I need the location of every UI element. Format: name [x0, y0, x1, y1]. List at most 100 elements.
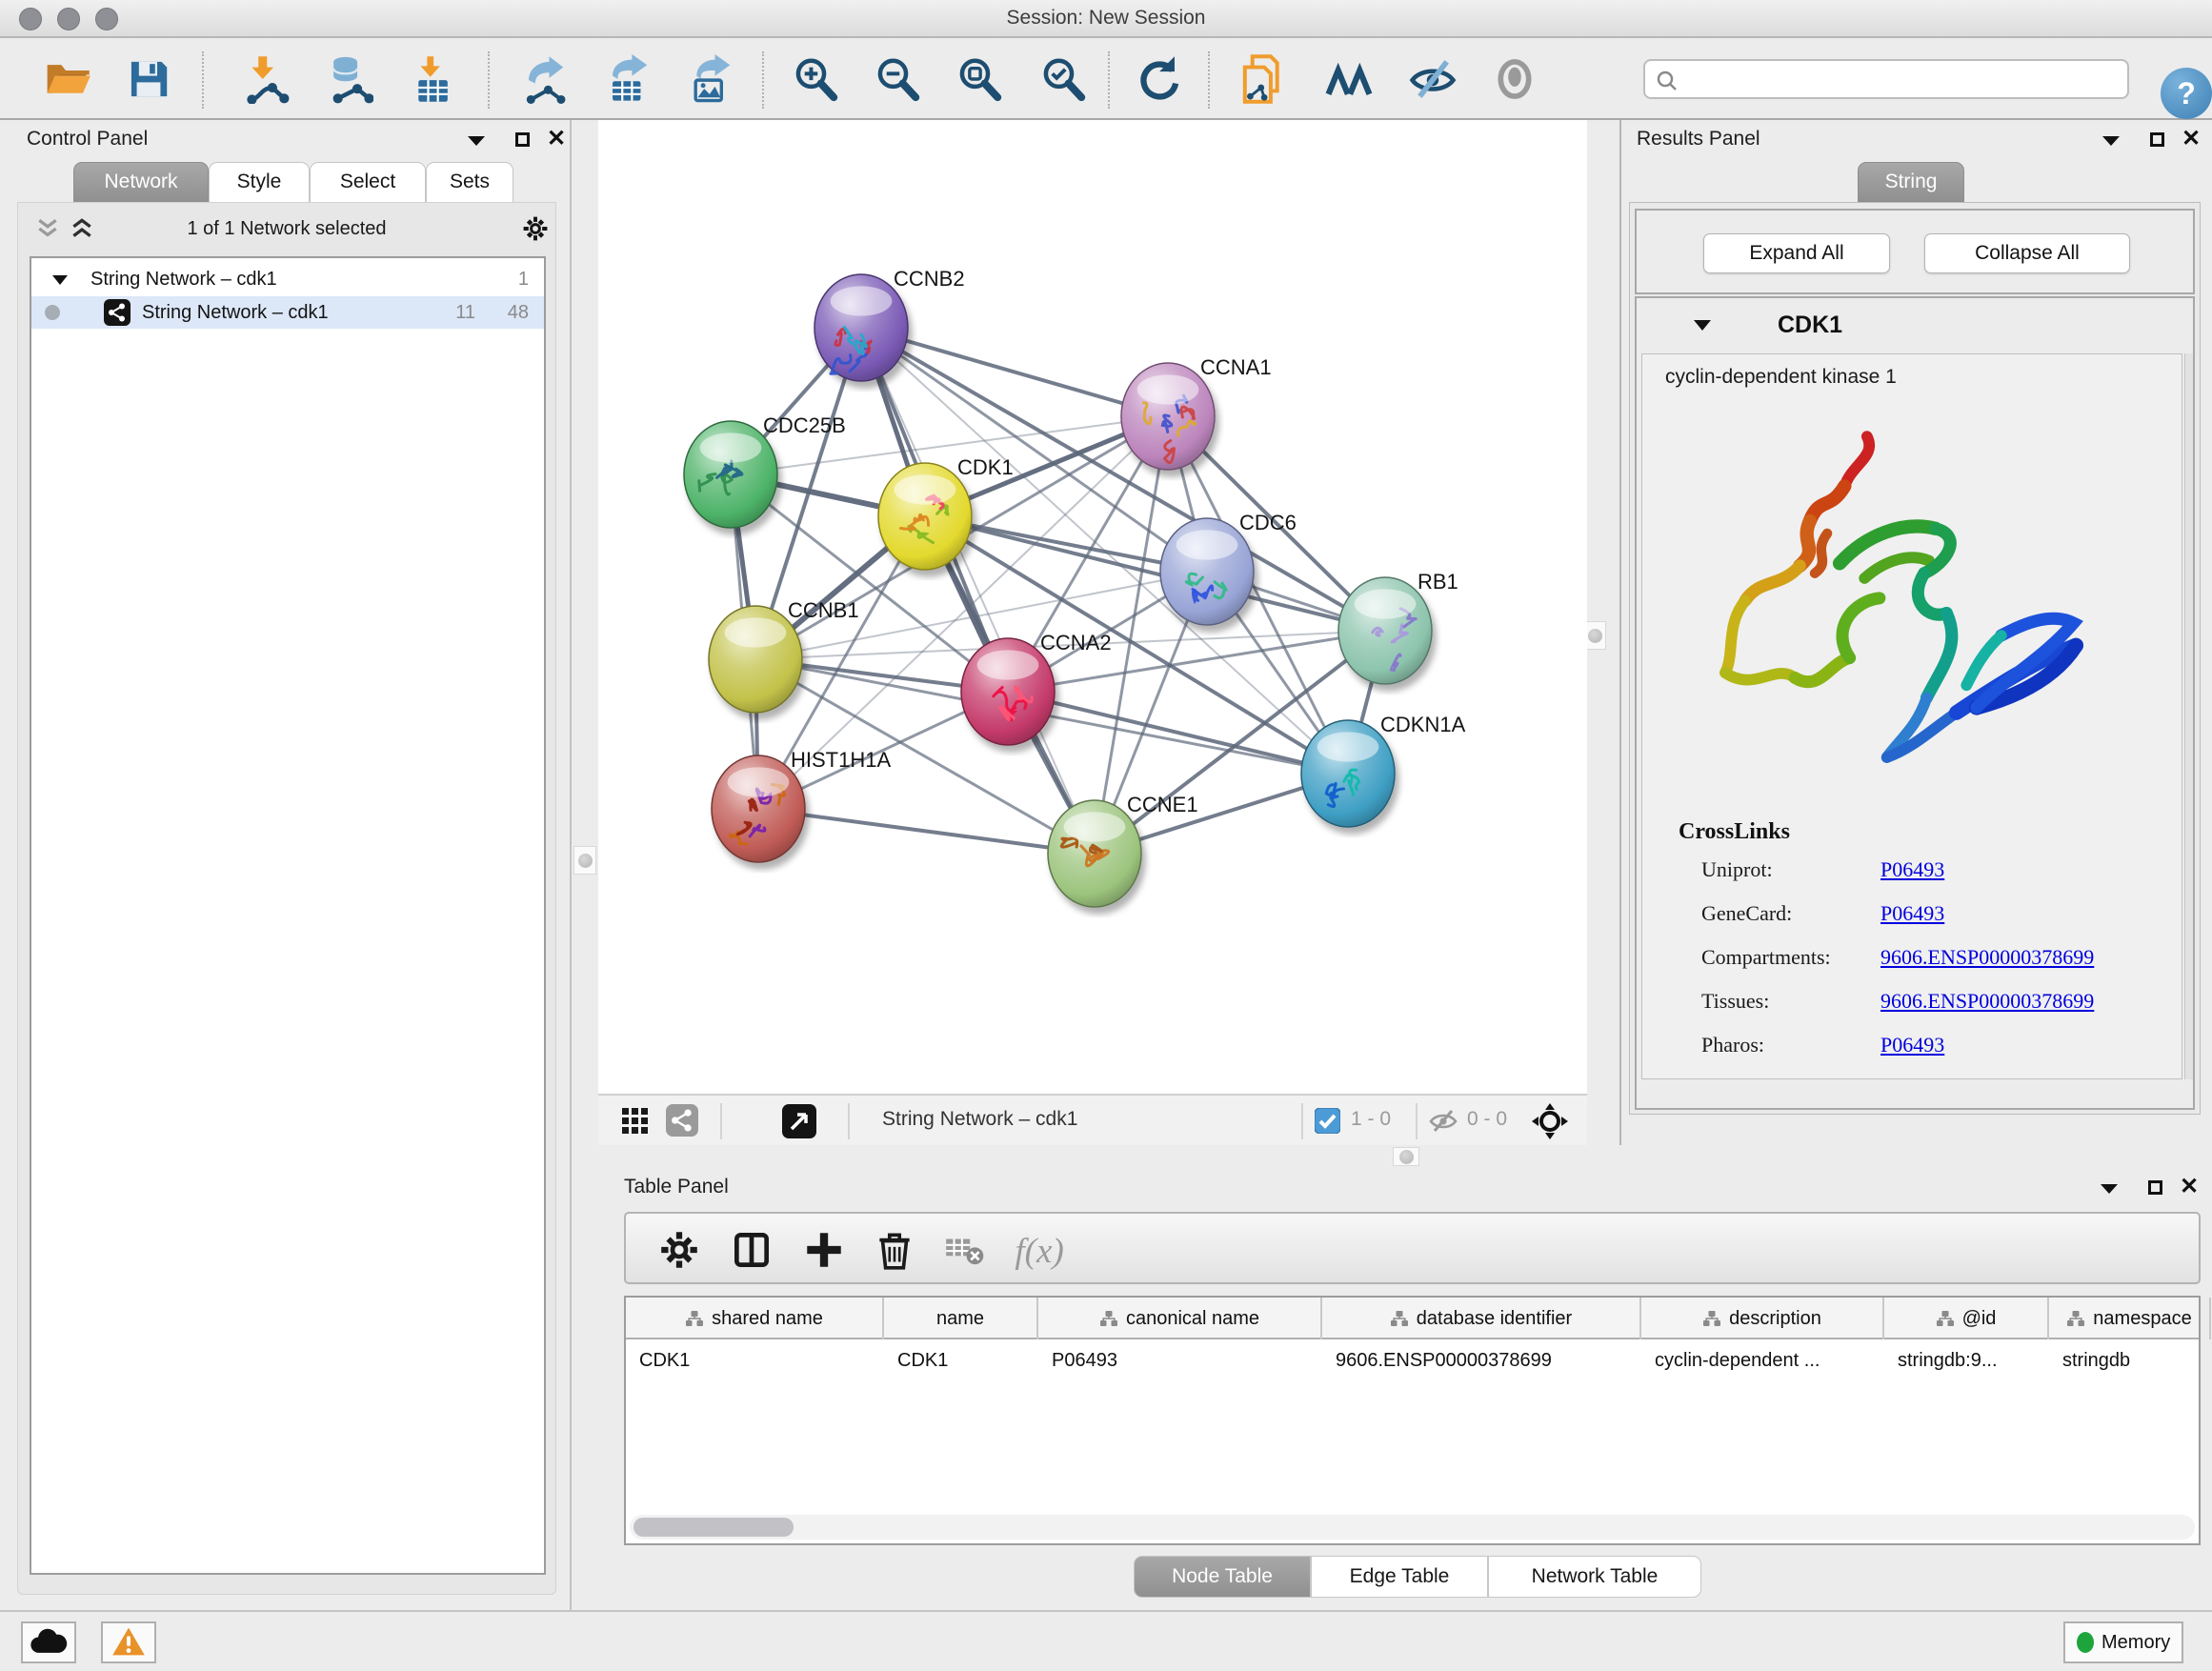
- network-canvas[interactable]: CCNB2CCNA1CDC25BCDK1CDC6RB1CCNB1CCNA2CDK…: [598, 120, 1587, 1094]
- table-row[interactable]: CDK1CDK1P064939606.ENSP00000378699cyclin…: [626, 1341, 2199, 1379]
- crosslink-value-link[interactable]: P06493: [1880, 857, 1944, 882]
- panel-float-icon[interactable]: [511, 130, 533, 152]
- zoom-selected-icon[interactable]: [1036, 53, 1090, 107]
- collection-expand-icon[interactable]: [52, 274, 68, 286]
- crosslink-value-link[interactable]: P06493: [1880, 1033, 1944, 1057]
- string-style-icon[interactable]: [665, 1104, 699, 1138]
- section-collapse-icon[interactable]: [1694, 319, 1711, 332]
- delete-table-icon[interactable]: [942, 1227, 988, 1273]
- refresh-view-icon[interactable]: [1132, 53, 1185, 107]
- tab-network-table[interactable]: Network Table: [1488, 1556, 1701, 1598]
- crosslink-value-link[interactable]: 9606.ENSP00000378699: [1880, 945, 2094, 970]
- panel-menu-icon[interactable]: [2098, 1178, 2121, 1200]
- panel-float-icon[interactable]: [2143, 1178, 2166, 1200]
- new-network-from-selection-icon[interactable]: [1237, 53, 1290, 107]
- open-session-icon[interactable]: [40, 53, 93, 107]
- tab-edge-table[interactable]: Edge Table: [1311, 1556, 1488, 1598]
- table-horizontal-scrollbar[interactable]: [630, 1515, 2195, 1540]
- zoom-in-icon[interactable]: [789, 53, 842, 107]
- panel-close-icon[interactable]: ✕: [2178, 1176, 2201, 1198]
- node-CDKN1A[interactable]: CDKN1A: [1301, 713, 1466, 827]
- fit-selected-crosshair-icon[interactable]: [1530, 1103, 1570, 1141]
- cell-id[interactable]: stringdb:9...: [1884, 1341, 2049, 1379]
- node-RB1[interactable]: RB1: [1338, 570, 1458, 684]
- node-CDC25B[interactable]: CDC25B: [684, 413, 846, 528]
- cell-name[interactable]: CDK1: [884, 1341, 1038, 1379]
- node-CDK1[interactable]: CDK1: [878, 455, 1014, 570]
- tab-node-table[interactable]: Node Table: [1134, 1556, 1311, 1598]
- cell-database-identifier[interactable]: 9606.ENSP00000378699: [1322, 1341, 1641, 1379]
- cloud-status-icon[interactable]: [21, 1621, 76, 1663]
- warning-status-icon[interactable]: [101, 1621, 156, 1663]
- panel-close-icon[interactable]: ✕: [2180, 128, 2202, 151]
- save-session-icon[interactable]: [122, 53, 175, 107]
- network-collection-row[interactable]: String Network – cdk1 1: [31, 264, 544, 296]
- show-columns-icon[interactable]: [729, 1227, 774, 1273]
- cell-canonical-name[interactable]: P06493: [1038, 1341, 1322, 1379]
- help-button[interactable]: ?: [2161, 68, 2212, 119]
- birdseye-view-icon[interactable]: [781, 1104, 817, 1140]
- network-row[interactable]: String Network – cdk1 11 48: [31, 296, 544, 329]
- tab-select[interactable]: Select: [310, 162, 426, 202]
- panel-menu-icon[interactable]: [465, 130, 488, 152]
- column-header-database-identifier[interactable]: database identifier: [1322, 1298, 1641, 1339]
- expand-all-button[interactable]: Expand All: [1703, 233, 1890, 273]
- zoom-out-icon[interactable]: [871, 53, 924, 107]
- tab-string[interactable]: String: [1858, 162, 1964, 202]
- bottom-splitter-handle[interactable]: [1393, 1147, 1419, 1166]
- panel-close-icon[interactable]: ✕: [545, 128, 568, 151]
- network-options-gear-icon[interactable]: [521, 214, 544, 237]
- edge-HIST1H1A-CCNE1[interactable]: [758, 809, 1095, 854]
- cell-description[interactable]: cyclin-dependent ...: [1641, 1341, 1884, 1379]
- first-neighbors-icon[interactable]: [1322, 53, 1376, 107]
- column-header-namespace[interactable]: namespace: [2049, 1298, 2211, 1339]
- tab-network[interactable]: Network: [73, 162, 209, 202]
- node-CCNE1[interactable]: CCNE1: [1048, 793, 1198, 907]
- node-CCNA2[interactable]: CCNA2: [961, 631, 1112, 745]
- selected-checkbox-icon[interactable]: [1315, 1108, 1340, 1138]
- node-HIST1H1A[interactable]: HIST1H1A: [712, 748, 891, 862]
- cell-shared-name[interactable]: CDK1: [626, 1341, 884, 1379]
- table-settings-gear-icon[interactable]: [656, 1227, 702, 1273]
- left-splitter-handle[interactable]: [573, 846, 596, 875]
- scrollbar-thumb[interactable]: [633, 1518, 794, 1537]
- column-header-canonical-name[interactable]: canonical name: [1038, 1298, 1322, 1339]
- cell-namespace[interactable]: stringdb: [2049, 1341, 2211, 1379]
- memory-button[interactable]: Memory: [2063, 1621, 2183, 1663]
- crosslink-value-link[interactable]: 9606.ENSP00000378699: [1880, 989, 2094, 1014]
- search-input[interactable]: [1687, 63, 2121, 95]
- export-network-icon[interactable]: [518, 53, 572, 107]
- panel-float-icon[interactable]: [2145, 130, 2168, 152]
- import-table-icon[interactable]: [406, 53, 459, 107]
- create-column-plus-icon[interactable]: [801, 1227, 847, 1273]
- node-CCNB2[interactable]: CCNB2: [814, 267, 965, 381]
- results-vertical-scrollbar[interactable]: [2184, 353, 2193, 1079]
- crosslink-label: Uniprot:: [1701, 857, 1773, 881]
- column-header-shared-name[interactable]: shared name: [626, 1298, 884, 1339]
- tab-style[interactable]: Style: [209, 162, 310, 202]
- column-header-name[interactable]: name: [884, 1298, 1038, 1339]
- export-image-icon[interactable]: [684, 53, 737, 107]
- collapse-all-button[interactable]: Collapse All: [1924, 233, 2130, 273]
- panel-menu-icon[interactable]: [2100, 130, 2122, 152]
- function-builder-icon[interactable]: f(x): [1011, 1227, 1079, 1273]
- tab-sets[interactable]: Sets: [426, 162, 513, 202]
- edge-CCNA2-CDKN1A[interactable]: [1008, 692, 1348, 774]
- export-table-icon[interactable]: [602, 53, 655, 107]
- show-all-icon[interactable]: [1488, 53, 1541, 107]
- cdk1-section-header[interactable]: CDK1: [1637, 298, 2193, 353]
- column-header-description[interactable]: description: [1641, 1298, 1884, 1339]
- crosslink-row-uniprot: Uniprot: P06493: [1701, 857, 2159, 901]
- edge-CCNB2-CCNE1[interactable]: [861, 328, 1095, 854]
- grid-view-icon[interactable]: [619, 1106, 652, 1137]
- delete-column-trash-icon[interactable]: [872, 1227, 917, 1273]
- node-CCNA1[interactable]: CCNA1: [1121, 355, 1272, 470]
- memory-status-dot: [2077, 1632, 2094, 1653]
- crosslink-value-link[interactable]: P06493: [1880, 901, 1944, 926]
- import-network-database-icon[interactable]: [322, 53, 375, 107]
- import-network-file-icon[interactable]: [238, 53, 292, 107]
- column-header-id[interactable]: @id: [1884, 1298, 2049, 1339]
- string-network-graph[interactable]: CCNB2CCNA1CDC25BCDK1CDC6RB1CCNB1CCNA2CDK…: [598, 120, 1587, 1094]
- zoom-fit-icon[interactable]: [953, 53, 1006, 107]
- hide-selected-icon[interactable]: [1406, 53, 1459, 107]
